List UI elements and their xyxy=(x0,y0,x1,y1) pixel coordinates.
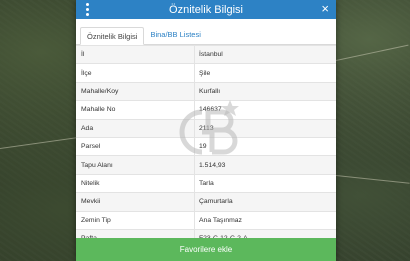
add-to-favorites-button[interactable]: Favorilere ekle xyxy=(76,238,336,261)
map-road-line xyxy=(0,136,80,149)
table-row: Zemin Tip Ana Taşınmaz xyxy=(76,210,336,230)
property-value: Şile xyxy=(194,63,336,83)
property-key: Zemin Tip xyxy=(76,210,195,230)
table-row: Ada 2113 xyxy=(76,118,336,138)
property-key: Ada xyxy=(76,118,195,138)
table-row: İl İstanbul xyxy=(76,45,336,64)
property-value: Tarla xyxy=(194,173,336,193)
table-row: Nitelik Tarla xyxy=(76,173,336,193)
table-row: İlçe Şile xyxy=(76,63,336,83)
attribute-table-container: İl İstanbul İlçe Şile Mahalle/Koy Kurfallı Mah… xyxy=(76,45,336,238)
panel-header: Öznitelik Bilgisi × xyxy=(76,0,336,19)
property-key: Nitelik xyxy=(76,173,195,193)
table-row: Mahalle/Koy Kurfallı xyxy=(76,81,336,101)
property-value: Çamurtarla xyxy=(194,192,336,212)
property-key: İlçe xyxy=(76,63,195,83)
map-road-line xyxy=(335,44,409,61)
property-value: Ana Taşınmaz xyxy=(194,210,336,230)
vertical-ellipsis-icon[interactable] xyxy=(85,3,89,16)
property-value: 146637 xyxy=(194,100,336,120)
property-value: Kurfallı xyxy=(194,81,336,101)
table-row: Parsel 19 xyxy=(76,136,336,156)
property-value: F23-C-12-C-2-A xyxy=(194,228,336,238)
table-row: PaftaF23-C-12-C-2-A xyxy=(76,228,336,238)
tab-attribute-info[interactable]: Öznitelik Bilgisi xyxy=(80,27,145,45)
property-value: 19 xyxy=(194,136,336,156)
close-icon[interactable]: × xyxy=(321,2,329,16)
property-key: Tapu Alanı xyxy=(76,155,195,175)
property-key: Mahalle No xyxy=(76,100,195,120)
property-value: İstanbul xyxy=(194,45,336,64)
table-row: Tapu Alanı 1.514,93 xyxy=(76,155,336,175)
property-key: Parsel xyxy=(76,136,195,156)
attribute-info-panel: Öznitelik Bilgisi × Öznitelik Bilgisi Bi… xyxy=(76,0,336,261)
tab-bar: Öznitelik Bilgisi Bina/BB Listesi xyxy=(76,19,336,45)
table-row: Mahalle No 146637 xyxy=(76,100,336,120)
table-row: Mevkii Çamurtarla xyxy=(76,192,336,212)
map-road-line xyxy=(335,175,410,184)
property-key: Pafta xyxy=(76,228,195,238)
panel-title: Öznitelik Bilgisi xyxy=(169,3,243,16)
property-key: Mahalle/Koy xyxy=(76,81,195,101)
property-key: İl xyxy=(76,45,195,64)
attribute-table: İl İstanbul İlçe Şile Mahalle/Koy Kurfallı Mah… xyxy=(76,45,336,238)
property-value: 1.514,93 xyxy=(194,155,336,175)
tab-building-list[interactable]: Bina/BB Listesi xyxy=(144,26,206,44)
property-key: Mevkii xyxy=(76,192,195,212)
property-value: 2113 xyxy=(194,118,336,138)
